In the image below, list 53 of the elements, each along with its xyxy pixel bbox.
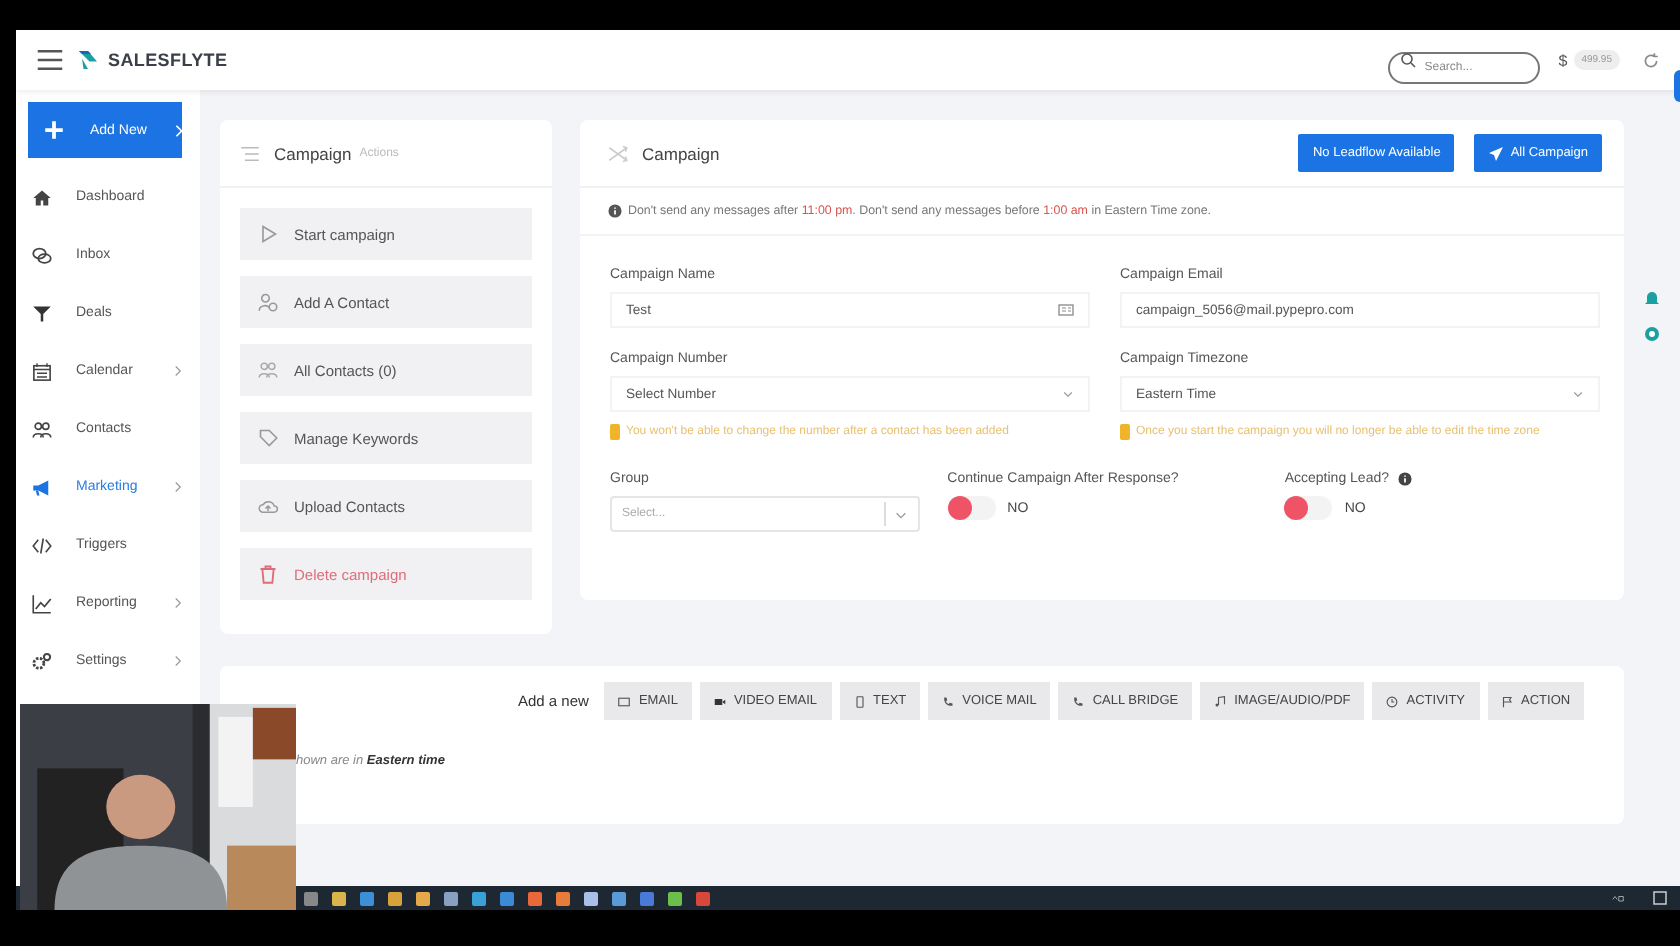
tag-icon [258,428,278,448]
info-icon [1397,472,1411,486]
trash-icon [258,564,278,584]
people-icon [32,419,52,439]
code-icon [32,535,52,555]
plus-icon [44,120,64,140]
notification-icon[interactable] [1652,890,1668,906]
play-icon [258,224,278,244]
id-card-icon [1058,302,1074,318]
phone-icon [942,695,955,707]
clock-icon [1386,695,1399,707]
help-icon[interactable] [1644,326,1660,342]
funnel-icon [32,303,52,323]
search-icon [1400,52,1417,68]
panel-title: Campaign [274,143,352,163]
caret-icon [1572,388,1584,400]
menu-icon[interactable] [36,46,64,74]
calendar-icon [32,361,52,381]
people-icon [258,360,278,380]
chevron-icon [172,123,187,137]
refresh-icon[interactable] [1642,51,1660,69]
info-icon [608,204,622,218]
chat-icon [32,245,52,265]
flag-icon [1501,695,1514,707]
shuffle-icon [608,143,628,163]
caret-icon [893,507,908,521]
user-add-icon [258,292,278,312]
list-icon [240,143,260,163]
megaphone-icon [32,477,52,497]
gear-icon [32,651,52,671]
send-icon [1488,145,1505,161]
warning-icon [1120,424,1130,440]
phone-icon [853,695,866,707]
cloud-upload-icon [258,496,278,516]
chart-icon [32,593,52,613]
chevron-icon [172,364,184,378]
brand-name: SALESFLYTE [108,50,228,70]
chevron-icon [172,654,184,668]
toggle-switch[interactable] [947,496,996,520]
currency-sign: $ [1558,51,1568,69]
home-icon [32,187,52,207]
toggle-switch[interactable] [1284,496,1333,520]
phone-icon [1072,695,1085,707]
caret-icon [1062,388,1074,400]
mail-icon [618,695,631,707]
chevron-icon [172,596,184,610]
bell-icon[interactable] [1644,290,1660,306]
logo-icon [76,48,100,72]
campaign-title: Campaign [642,143,720,163]
chevron-icon [172,480,184,494]
warning-icon [610,424,620,440]
video-icon [713,695,726,707]
music-icon [1214,695,1227,707]
